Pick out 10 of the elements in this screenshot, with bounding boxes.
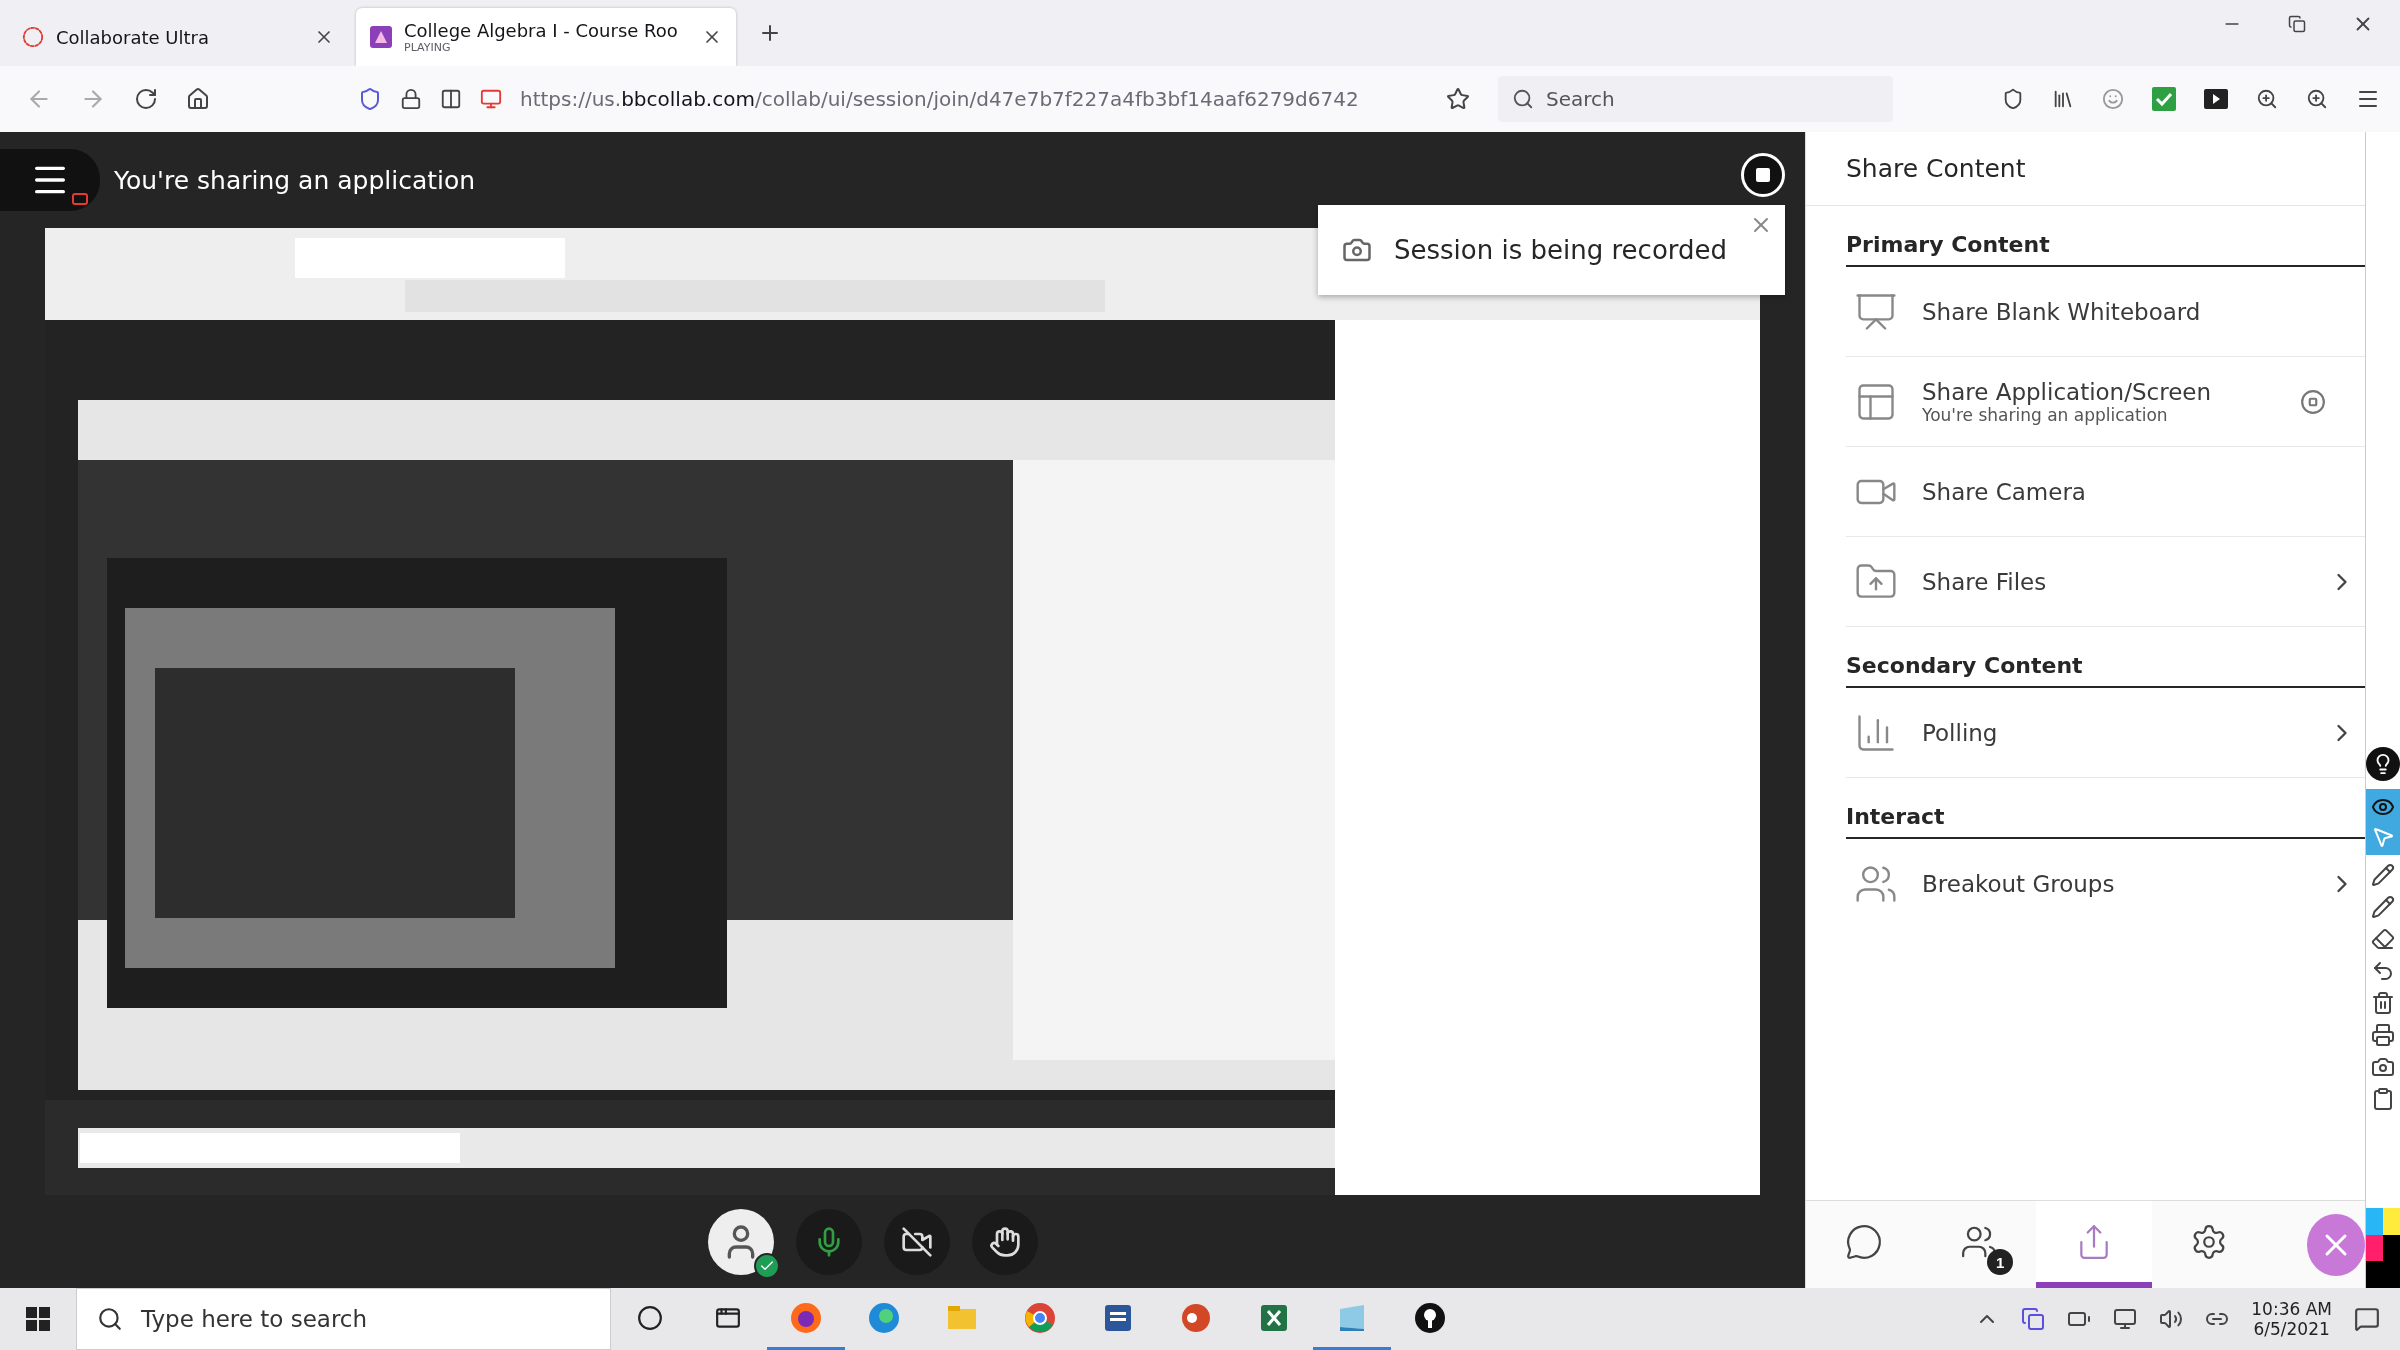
count-badge: 1: [1987, 1249, 2014, 1275]
browser-tab[interactable]: Collaborate Ultra: [8, 8, 348, 66]
taskbar-search-field[interactable]: Type here to search: [76, 1288, 611, 1350]
share-option[interactable]: Breakout Groups: [1846, 839, 2365, 929]
clock[interactable]: 10:36 AM 6/5/2021: [2251, 1299, 2332, 1339]
url-text[interactable]: https://us.bbcollab.com/collab/ui/session/join/d47e7b7f227a4fb3bf14aaf6279d6742: [520, 87, 1359, 111]
search-field[interactable]: Search: [1498, 76, 1893, 122]
toast-text: Session is being recorded: [1394, 235, 1728, 265]
sharing-status-text: You're sharing an application: [114, 165, 476, 195]
browser-tab[interactable]: College Algebra I - Course Roo PLAYING: [356, 8, 736, 66]
